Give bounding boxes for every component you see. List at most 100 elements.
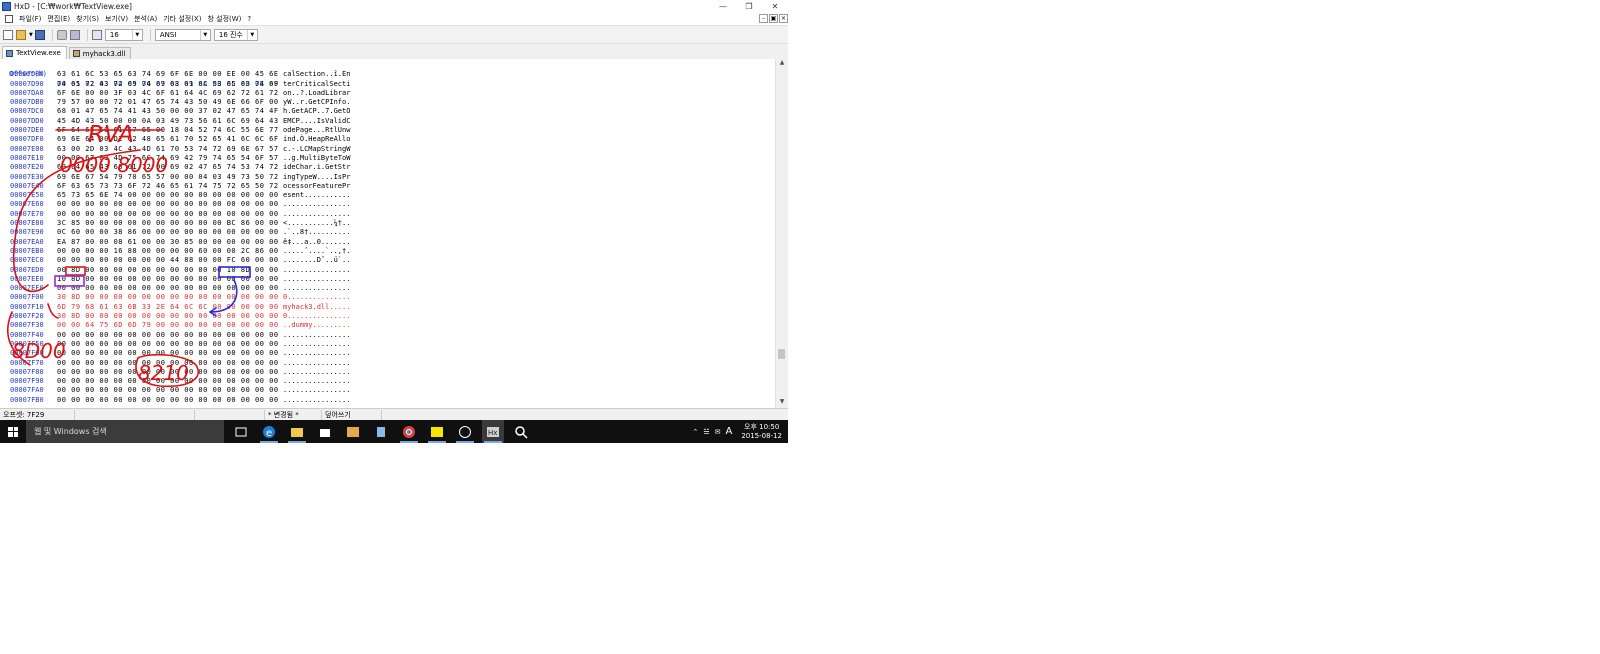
row-ascii[interactable]: odePage...RtlUnw: [283, 126, 350, 135]
row-hex-bytes[interactable]: 63 00 2D 03 4C 43 4D 61 70 53 74 72 69 6…: [57, 145, 279, 154]
row-hex-bytes[interactable]: 00 00 00 00 00 00 00 00 00 00 00 00 00 0…: [57, 200, 279, 209]
row-hex-bytes[interactable]: 00 8D 00 00 00 00 00 00 00 00 00 00 10 8…: [57, 266, 279, 275]
hex-row[interactable]: 00007F70 00 00 00 00 00 00 00 00 00 00 00…: [0, 359, 776, 368]
disk-editor-icon[interactable]: [69, 29, 80, 40]
charset-select[interactable]: ANSI ▼: [154, 28, 211, 41]
row-ascii[interactable]: terCriticalSecti: [283, 80, 350, 89]
row-ascii[interactable]: yW..r.GetCPInfo.: [283, 98, 350, 107]
row-hex-bytes[interactable]: 00 00 00 00 00 00 00 00 00 00 00 00 00 0…: [57, 284, 279, 293]
row-hex-bytes[interactable]: 63 61 6C 53 65 63 74 69 6F 6E 00 00 EE 0…: [57, 70, 279, 79]
scroll-thumb[interactable]: [778, 349, 785, 359]
row-hex-bytes[interactable]: 69 64 65 43 68 61 72 00 69 02 47 65 74 5…: [57, 163, 279, 172]
hex-row[interactable]: 00007DA0 6F 6E 00 00 3F 03 4C 6F 61 64 4C…: [0, 89, 776, 98]
row-ascii[interactable]: .`..8†..........: [283, 228, 350, 237]
row-ascii[interactable]: ê‡...a..0.......: [283, 238, 350, 247]
row-hex-bytes[interactable]: 00 00 00 00 00 00 00 00 00 00 00 00 00 0…: [57, 368, 279, 377]
hex-row[interactable]: 00007DE0 6F 64 65 50 61 67 65 00 18 04 52…: [0, 126, 776, 135]
row-ascii[interactable]: ocessorFeaturePr: [283, 182, 350, 191]
row-hex-bytes[interactable]: 0C 60 00 00 38 86 00 00 00 00 00 00 00 0…: [57, 228, 279, 237]
row-ascii[interactable]: ................: [283, 368, 350, 377]
hex-row[interactable]: 00007F60 00 00 00 00 00 00 00 00 00 00 00…: [0, 349, 776, 358]
row-ascii[interactable]: ..dummy.........: [283, 321, 350, 330]
hex-row[interactable]: 00007E40 6F 63 65 73 73 6F 72 46 65 61 74…: [0, 182, 776, 191]
row-hex-bytes[interactable]: 45 4D 43 50 00 00 0A 03 49 73 56 61 6C 6…: [57, 117, 279, 126]
network-icon[interactable]: ☱: [703, 428, 709, 436]
hex-row[interactable]: 00007EC0 00 00 00 00 00 00 00 00 44 88 00…: [0, 256, 776, 265]
restore-icon[interactable]: ❐: [736, 0, 762, 13]
row-hex-bytes[interactable]: 69 6E 67 54 79 70 65 57 00 00 04 03 49 7…: [57, 173, 279, 182]
row-hex-bytes[interactable]: 00 00 00 00 00 00 00 00 00 00 00 00 00 0…: [57, 386, 279, 395]
chrome-icon[interactable]: [398, 420, 420, 443]
row-hex-bytes[interactable]: 00 00 00 00 00 00 00 00 00 00 00 00 00 0…: [57, 359, 279, 368]
row-ascii[interactable]: ........Dˆ..ü`..: [283, 256, 350, 265]
title-bar[interactable]: HxD - [C:₩work₩TextView.exe] — ❐ ✕: [0, 0, 788, 13]
row-hex-bytes[interactable]: EA 87 00 00 08 61 00 00 30 85 00 00 00 0…: [57, 238, 279, 247]
row-hex-bytes[interactable]: 30 8D 00 00 00 00 00 00 00 00 00 00 00 0…: [57, 293, 279, 302]
start-button[interactable]: [0, 420, 26, 443]
hxd-taskbar-icon[interactable]: Hx: [482, 420, 504, 443]
row-ascii[interactable]: .....ˆ....`..,†.: [283, 247, 350, 256]
hex-row[interactable]: 00007F50 00 00 00 00 00 00 00 00 00 00 00…: [0, 340, 776, 349]
row-ascii[interactable]: ................: [283, 275, 350, 284]
row-hex-bytes[interactable]: 00 00 00 00 00 00 00 00 00 00 00 00 00 0…: [57, 377, 279, 386]
notification-icon[interactable]: ✉: [715, 428, 721, 436]
mdi-close-icon[interactable]: ×: [779, 14, 788, 23]
menu-window[interactable]: 창 설정(W): [204, 14, 244, 24]
task-view-icon[interactable]: [230, 420, 252, 443]
row-ascii[interactable]: ................: [283, 359, 350, 368]
scroll-up-icon[interactable]: ▲: [776, 59, 788, 69]
hex-row[interactable]: 00007E70 00 00 00 00 00 00 00 00 00 00 00…: [0, 210, 776, 219]
row-hex-bytes[interactable]: 65 73 65 6E 74 00 00 00 00 00 00 00 00 0…: [57, 191, 279, 200]
file-explorer-icon[interactable]: [286, 420, 308, 443]
taskbar-clock[interactable]: 오후 10:50 2015-08-12: [741, 423, 782, 441]
kakaotalk-icon[interactable]: [426, 420, 448, 443]
hex-row[interactable]: 00007D90 74 65 72 43 72 69 74 69 63 61 6C…: [0, 80, 776, 89]
row-hex-bytes[interactable]: 30 8D 00 00 00 00 00 00 00 00 00 00 00 0…: [57, 312, 279, 321]
taskbar-search-box[interactable]: 웹 및 Windows 검색: [26, 420, 224, 443]
row-hex-bytes[interactable]: 00 00 67 03 4D 75 6C 74 69 42 79 74 65 5…: [57, 154, 279, 163]
hex-row[interactable]: 00007E00 63 00 2D 03 4C 43 4D 61 70 53 74…: [0, 145, 776, 154]
hex-row[interactable]: 00007EF0 00 00 00 00 00 00 00 00 00 00 00…: [0, 284, 776, 293]
hex-row[interactable]: 00007F40 00 00 00 00 00 00 00 00 00 00 00…: [0, 331, 776, 340]
hex-row[interactable]: 00007E90 0C 60 00 00 38 86 00 00 00 00 00…: [0, 228, 776, 237]
row-hex-bytes[interactable]: 79 57 00 00 72 01 47 65 74 43 50 49 6E 6…: [57, 98, 279, 107]
menu-view[interactable]: 보기(V): [102, 14, 131, 24]
scroll-down-icon[interactable]: ▼: [776, 398, 788, 408]
menu-extras[interactable]: 기타 설정(X): [160, 14, 204, 24]
row-hex-bytes[interactable]: 6F 64 65 50 61 67 65 00 18 04 52 74 6C 5…: [57, 126, 279, 135]
hex-row[interactable]: 00007F20 30 8D 00 00 00 00 00 00 00 00 00…: [0, 312, 776, 321]
save-icon[interactable]: [34, 29, 45, 40]
hex-row[interactable]: 00007E10 00 00 67 03 4D 75 6C 74 69 42 79…: [0, 154, 776, 163]
row-hex-bytes[interactable]: 3C 85 00 00 00 00 00 00 00 00 00 00 BC 8…: [57, 219, 279, 228]
row-ascii[interactable]: ................: [283, 386, 350, 395]
row-ascii[interactable]: c.-.LCMapStringW: [283, 145, 350, 154]
menu-file[interactable]: 파일(F): [16, 14, 44, 24]
row-hex-bytes[interactable]: 69 6E 64 00 D2 02 48 65 61 70 52 65 41 6…: [57, 135, 279, 144]
row-ascii[interactable]: 0...............: [283, 293, 350, 302]
clock-app-icon[interactable]: [454, 420, 476, 443]
menu-analysis[interactable]: 분석(A): [131, 14, 160, 24]
chevron-down-icon[interactable]: ▼: [199, 29, 210, 40]
row-hex-bytes[interactable]: 68 01 47 65 74 41 43 50 00 00 37 02 47 6…: [57, 107, 279, 116]
hex-row[interactable]: 00007EE0 10 8D 00 00 00 00 00 00 00 00 00…: [0, 275, 776, 284]
row-ascii[interactable]: esent...........: [283, 191, 350, 200]
hex-row[interactable]: 00007EA0 EA 87 00 00 08 61 00 00 30 85 00…: [0, 238, 776, 247]
hex-editor[interactable]: Offset(h) 00 01 02 03 04 05 06 07 08 09 …: [0, 59, 788, 408]
row-ascii[interactable]: ................: [283, 377, 350, 386]
row-hex-bytes[interactable]: 00 00 00 00 00 00 00 00 00 00 00 00 00 0…: [57, 340, 279, 349]
hex-row[interactable]: 00007F00 30 8D 00 00 00 00 00 00 00 00 00…: [0, 293, 776, 302]
hex-row[interactable]: 00007F30 00 00 64 75 6D 6D 79 00 00 00 00…: [0, 321, 776, 330]
hex-row[interactable]: 00007F90 00 00 00 00 00 00 00 00 00 00 00…: [0, 377, 776, 386]
hex-row[interactable]: 00007DC0 68 01 47 65 74 41 43 50 00 00 37…: [0, 107, 776, 116]
offset-base-select[interactable]: 16 진수 ▼: [213, 28, 258, 41]
hex-row[interactable]: 00007D80 63 61 6C 53 65 63 74 69 6F 6E 00…: [0, 70, 776, 79]
row-ascii[interactable]: ind.Ò.HeapReAllo: [283, 135, 350, 144]
hex-row[interactable]: 00007ED0 00 8D 00 00 00 00 00 00 00 00 00…: [0, 266, 776, 275]
row-ascii[interactable]: calSection..î.En: [283, 70, 350, 79]
hex-row[interactable]: 00007DB0 79 57 00 00 72 01 47 65 74 43 50…: [0, 98, 776, 107]
row-ascii[interactable]: ................: [283, 210, 350, 219]
row-ascii[interactable]: ................: [283, 349, 350, 358]
open-folder-icon[interactable]: [16, 29, 26, 40]
mdi-restore-icon[interactable]: ▣: [769, 14, 778, 23]
row-hex-bytes[interactable]: 00 00 00 00 00 00 00 00 44 88 00 00 FC 6…: [57, 256, 279, 265]
